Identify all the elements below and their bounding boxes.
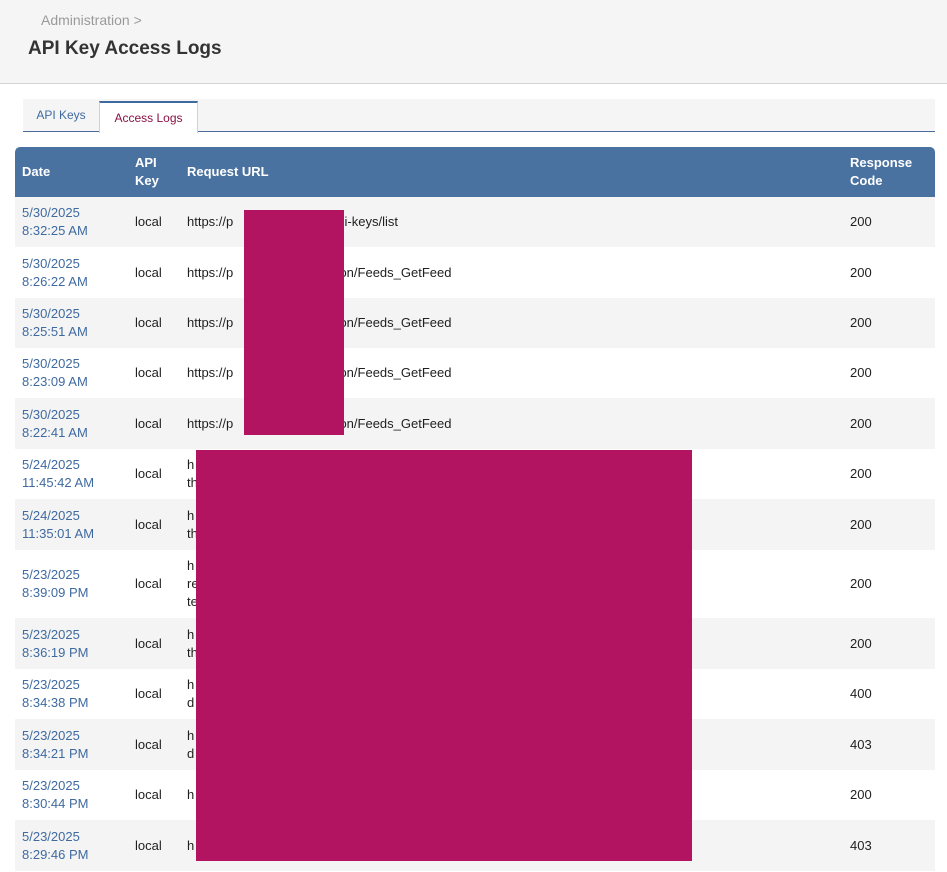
date-text[interactable]: 5/30/2025: [22, 255, 121, 273]
api-key-cell: local: [135, 837, 162, 853]
date-cell[interactable]: 5/23/2025 8:34:38 PM: [15, 669, 128, 719]
date-cell[interactable]: 5/24/2025 11:35:01 AM: [15, 499, 128, 550]
tab-access-logs[interactable]: Access Logs: [99, 101, 198, 133]
tab-api-keys[interactable]: API Keys: [23, 99, 99, 131]
redaction-block: [196, 450, 692, 861]
time-text[interactable]: 8:39:09 PM: [22, 584, 121, 602]
tab-bar: API Keys Access Logs: [23, 99, 935, 133]
api-key-cell: local: [135, 264, 162, 280]
time-text[interactable]: 8:26:22 AM: [22, 273, 121, 291]
date-cell[interactable]: 5/30/2025 8:26:22 AM: [15, 247, 128, 298]
response-code-cell: 400: [850, 686, 872, 701]
table-row: 5/30/2025 8:22:41 AM local https://p /api/j…: [15, 398, 935, 449]
time-text[interactable]: 8:32:25 AM: [22, 222, 121, 240]
response-code-cell: 200: [850, 576, 872, 591]
date-cell[interactable]: 5/23/2025 8:36:19 PM: [15, 618, 128, 669]
date-cell[interactable]: 5/30/2025 8:23:09 AM: [15, 348, 128, 398]
response-code-cell: 200: [850, 635, 872, 651]
table-header-row: Date API Key Request URL Response Code: [15, 147, 935, 197]
header-request-url[interactable]: Request URL: [180, 147, 843, 197]
time-text[interactable]: 11:45:42 AM: [22, 474, 121, 492]
api-key-cell: local: [135, 214, 162, 229]
response-code-cell: 200: [850, 365, 872, 380]
time-text[interactable]: 8:36:19 PM: [22, 644, 121, 662]
table-row: 5/30/2025 8:23:09 AM local https://p /api/j…: [15, 348, 935, 398]
time-text[interactable]: 8:30:44 PM: [22, 795, 121, 813]
date-cell[interactable]: 5/23/2025 8:29:46 PM: [15, 820, 128, 871]
date-cell[interactable]: 5/30/2025 8:25:51 AM: [15, 298, 128, 348]
api-key-cell: local: [135, 516, 162, 532]
api-key-cell: local: [135, 635, 162, 651]
api-key-cell: local: [135, 466, 162, 481]
date-cell[interactable]: 5/23/2025 8:34:21 PM: [15, 719, 128, 770]
page-header: Administration > API Key Access Logs: [0, 0, 947, 84]
time-text[interactable]: 8:25:51 AM: [22, 323, 121, 341]
response-code-cell: 200: [850, 787, 872, 802]
date-text[interactable]: 5/23/2025: [22, 676, 121, 694]
breadcrumb: Administration >: [41, 12, 142, 28]
time-text[interactable]: 11:35:01 AM: [22, 525, 121, 543]
date-text[interactable]: 5/23/2025: [22, 626, 121, 644]
time-text[interactable]: 8:29:46 PM: [22, 846, 121, 864]
table-row: 5/30/2025 8:25:51 AM local https://p /api/j…: [15, 298, 935, 348]
time-text[interactable]: 8:34:21 PM: [22, 745, 121, 763]
api-key-cell: local: [135, 315, 162, 330]
api-key-cell: local: [135, 787, 162, 802]
table-row: 5/30/2025 8:26:22 AM local https://p /api/j…: [15, 247, 935, 298]
api-key-cell: local: [135, 576, 162, 591]
date-text[interactable]: 5/30/2025: [22, 305, 121, 323]
date-cell[interactable]: 5/24/2025 11:45:42 AM: [15, 449, 128, 499]
time-text[interactable]: 8:34:38 PM: [22, 694, 121, 712]
time-text[interactable]: 8:22:41 AM: [22, 424, 121, 442]
date-cell[interactable]: 5/23/2025 8:30:44 PM: [15, 770, 128, 820]
date-cell[interactable]: 5/23/2025 8:39:09 PM: [15, 550, 128, 618]
date-text[interactable]: 5/30/2025: [22, 355, 121, 373]
response-code-cell: 403: [850, 736, 872, 752]
response-code-cell: 200: [850, 214, 872, 229]
date-text[interactable]: 5/23/2025: [22, 727, 121, 745]
header-response-code[interactable]: Response Code: [843, 147, 935, 197]
redaction-block: [244, 210, 344, 435]
date-text[interactable]: 5/23/2025: [22, 828, 121, 846]
response-code-cell: 200: [850, 516, 872, 532]
response-code-cell: 200: [850, 415, 872, 431]
response-code-cell: 200: [850, 264, 872, 280]
api-key-cell: local: [135, 365, 162, 380]
api-key-cell: local: [135, 736, 162, 752]
date-text[interactable]: 5/30/2025: [22, 204, 121, 222]
response-code-cell: 403: [850, 837, 872, 853]
api-key-cell: local: [135, 686, 162, 701]
date-cell[interactable]: 5/30/2025 8:32:25 AM: [15, 197, 128, 247]
date-text[interactable]: 5/23/2025: [22, 566, 121, 584]
time-text[interactable]: 8:23:09 AM: [22, 373, 121, 391]
table-row: 5/30/2025 8:32:25 AM local https://p /api/a…: [15, 197, 935, 247]
date-text[interactable]: 5/30/2025: [22, 406, 121, 424]
header-date[interactable]: Date: [15, 147, 128, 197]
date-text[interactable]: 5/24/2025: [22, 456, 121, 474]
breadcrumb-administration[interactable]: Administration >: [41, 12, 142, 28]
date-text[interactable]: 5/23/2025: [22, 777, 121, 795]
date-text[interactable]: 5/24/2025: [22, 507, 121, 525]
response-code-cell: 200: [850, 315, 872, 330]
page-title: API Key Access Logs: [28, 38, 222, 59]
response-code-cell: 200: [850, 466, 872, 481]
header-api-key[interactable]: API Key: [128, 147, 180, 197]
api-key-cell: local: [135, 415, 162, 431]
date-cell[interactable]: 5/30/2025 8:22:41 AM: [15, 398, 128, 449]
